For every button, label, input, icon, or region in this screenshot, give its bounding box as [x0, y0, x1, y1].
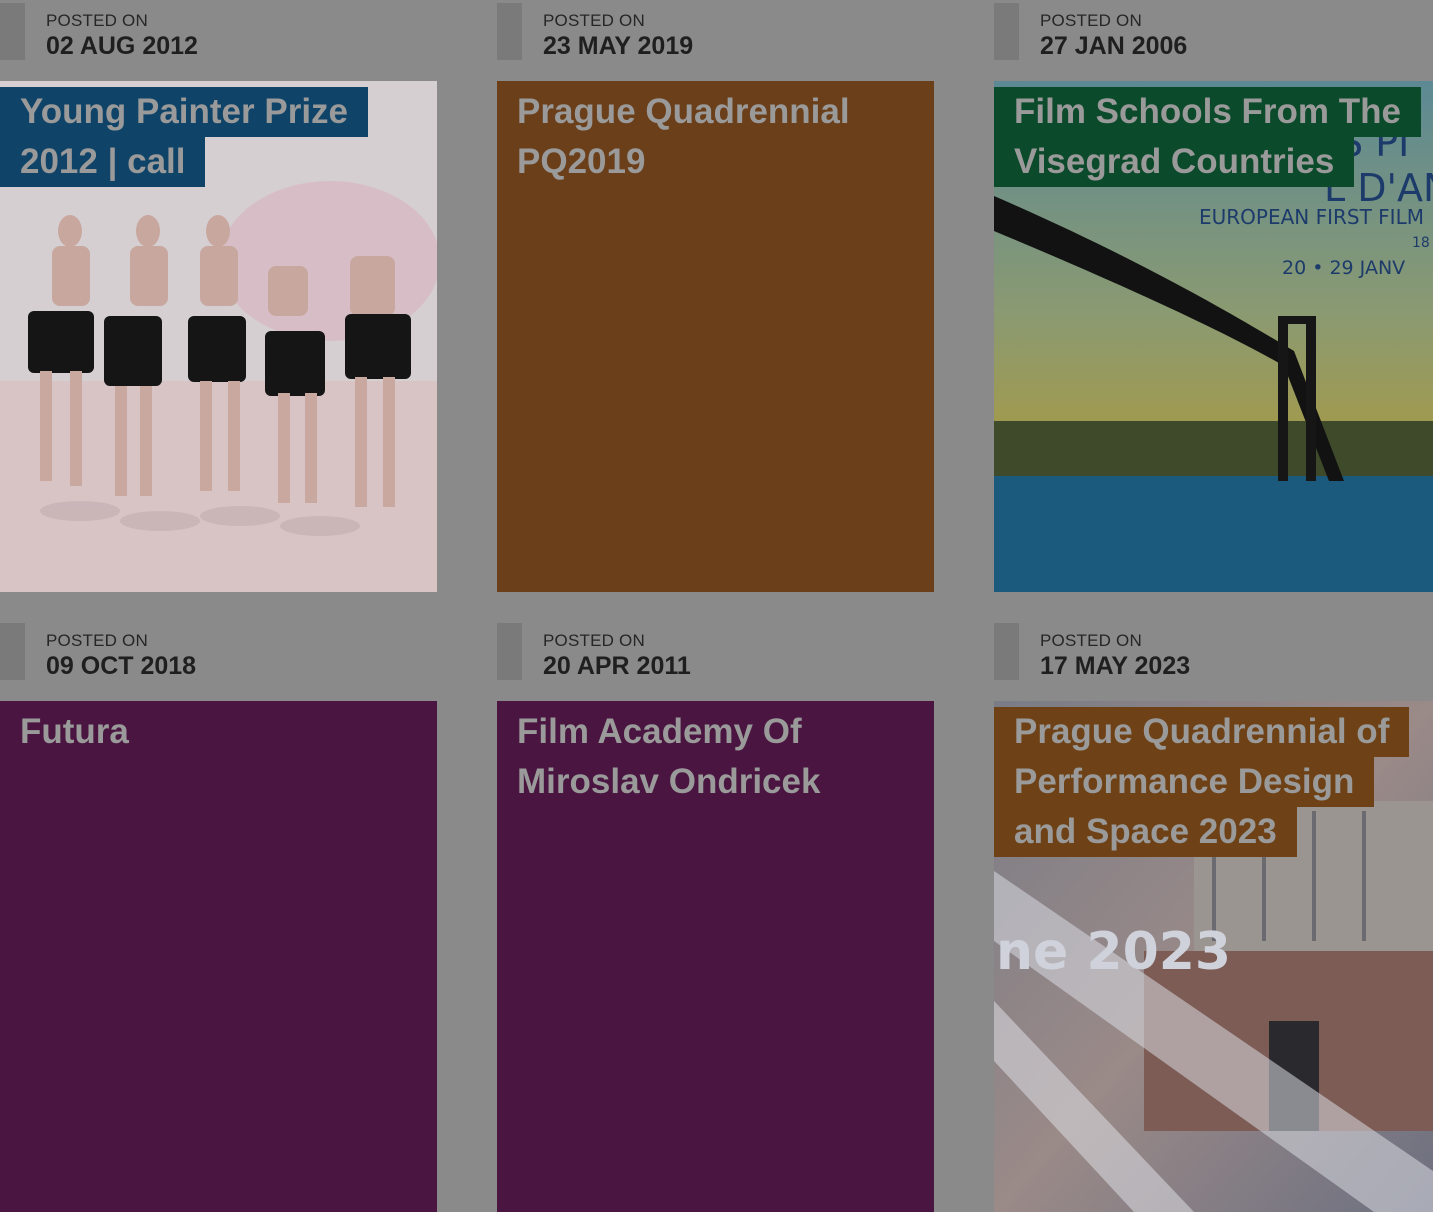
- post-meta: POSTED ON 02 AUG 2012: [0, 0, 437, 81]
- meta-accent-bar: [497, 3, 522, 60]
- posted-on-label: POSTED ON: [46, 11, 148, 30]
- post-meta: POSTED ON 17 MAY 2023: [994, 620, 1433, 701]
- post-title[interactable]: Young Painter Prize 2012 | call: [0, 87, 369, 187]
- title-line: Prague Quadrennial: [517, 92, 850, 131]
- title-line: Young Painter Prize: [0, 87, 369, 137]
- post-title[interactable]: Film Academy Of Miroslav Ondricek: [497, 707, 840, 807]
- post-thumbnail[interactable]: Prague Quadrennial PQ2019: [497, 81, 934, 592]
- post-date: 23 MAY 2019: [543, 32, 694, 60]
- post-card[interactable]: POSTED ON 02 AUG 2012 Young Painter Priz…: [0, 0, 437, 592]
- post-thumbnail[interactable]: Futura: [0, 701, 437, 1212]
- post-title[interactable]: Prague Quadrennial PQ2019: [497, 87, 870, 187]
- meta-accent-bar: [0, 3, 25, 60]
- title-line: Film Academy Of: [517, 712, 802, 751]
- post-meta: POSTED ON 23 MAY 2019: [497, 0, 934, 81]
- post-date: 17 MAY 2023: [1040, 652, 1191, 680]
- post-thumbnail[interactable]: Young Painter Prize 2012 | call: [0, 81, 437, 592]
- post-date: 09 OCT 2018: [46, 652, 197, 680]
- meta-accent-bar: [994, 3, 1019, 60]
- posted-on-label: POSTED ON: [46, 631, 148, 650]
- posted-on-label: POSTED ON: [543, 631, 645, 650]
- posted-on-label: POSTED ON: [1040, 11, 1142, 30]
- posted-on-label: POSTED ON: [1040, 631, 1142, 650]
- title-line: Visegrad Countries: [994, 137, 1355, 187]
- poster-text: EUROPEAN FIRST FILM: [1199, 205, 1424, 229]
- poster-text: ne 2023: [996, 922, 1231, 982]
- post-card[interactable]: POSTED ON 17 MAY 2023 ne 2023 Prague Qua…: [994, 620, 1433, 1212]
- meta-accent-bar: [0, 623, 25, 680]
- post-thumbnail[interactable]: Film Academy Of Miroslav Ondricek: [497, 701, 934, 1212]
- post-card[interactable]: POSTED ON 27 JAN 2006 S PI L D'AN EUROPE…: [994, 0, 1433, 592]
- post-title[interactable]: Futura: [0, 707, 149, 757]
- post-date: 02 AUG 2012: [46, 32, 198, 60]
- title-line: Film Schools From The: [994, 87, 1421, 137]
- title-line: PQ2019: [517, 142, 646, 181]
- posted-on-label: POSTED ON: [543, 11, 645, 30]
- post-card[interactable]: POSTED ON 09 OCT 2018 Futura: [0, 620, 437, 1212]
- post-title[interactable]: Prague Quadrennial of Performance Design…: [994, 707, 1410, 857]
- title-line: Prague Quadrennial of: [994, 707, 1410, 757]
- poster-text: 20 • 29 JANV: [1282, 257, 1405, 279]
- post-thumbnail[interactable]: ne 2023 Prague Quadrennial of Performanc…: [994, 701, 1433, 1212]
- title-line: Futura: [20, 712, 129, 751]
- poster-text: 18: [1412, 235, 1430, 251]
- post-meta: POSTED ON 27 JAN 2006: [994, 0, 1433, 81]
- title-line: Miroslav Ondricek: [517, 762, 821, 801]
- meta-accent-bar: [497, 623, 522, 680]
- post-thumbnail[interactable]: S PI L D'AN EUROPEAN FIRST FILM 18 20 • …: [994, 81, 1433, 592]
- title-line: and Space 2023: [994, 807, 1297, 857]
- post-date: 20 APR 2011: [543, 652, 691, 680]
- post-card[interactable]: POSTED ON 23 MAY 2019 Prague Quadrennial…: [497, 0, 934, 592]
- title-line: Performance Design: [994, 757, 1375, 807]
- meta-accent-bar: [994, 623, 1019, 680]
- post-title[interactable]: Film Schools From The Visegrad Countries: [994, 87, 1421, 187]
- post-meta: POSTED ON 20 APR 2011: [497, 620, 934, 701]
- post-date: 27 JAN 2006: [1040, 32, 1188, 60]
- post-meta: POSTED ON 09 OCT 2018: [0, 620, 437, 701]
- post-card[interactable]: POSTED ON 20 APR 2011 Film Academy Of Mi…: [497, 620, 934, 1212]
- title-line: 2012 | call: [0, 137, 206, 187]
